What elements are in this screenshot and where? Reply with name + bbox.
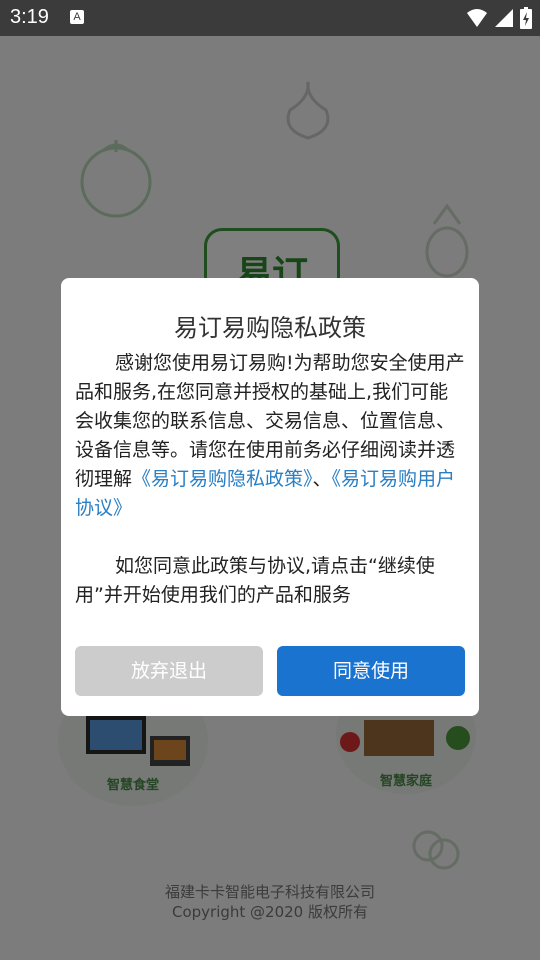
exit-button[interactable]: 放弃退出 bbox=[75, 646, 263, 696]
link-separator: 、 bbox=[312, 468, 332, 490]
dialog-title: 易订易购隐私政策 bbox=[174, 314, 366, 342]
notification-icon: A bbox=[70, 10, 84, 24]
signal-icon bbox=[495, 9, 513, 27]
privacy-paragraph: 感谢您使用易订易购!为帮助您安全使用产品和服务,在您同意并授权的基础上,我们可能… bbox=[75, 349, 465, 523]
dialog-body: 感谢您使用易订易购!为帮助您安全使用产品和服务,在您同意并授权的基础上,我们可能… bbox=[75, 349, 465, 610]
consent-paragraph: 如您同意此政策与协议,请点击“继续使用”并开始使用我们的产品和服务 bbox=[75, 555, 435, 606]
privacy-policy-link[interactable]: 《易订易购隐私政策》 bbox=[132, 468, 313, 490]
privacy-dialog: 易订易购隐私政策 感谢您使用易订易购!为帮助您安全使用产品和服务,在您同意并授权… bbox=[61, 278, 479, 716]
wifi-icon bbox=[467, 9, 487, 27]
status-time: 3:19 bbox=[10, 6, 49, 28]
agree-button[interactable]: 同意使用 bbox=[277, 646, 465, 696]
battery-icon bbox=[520, 7, 532, 29]
status-bar: 3:19 A bbox=[0, 0, 540, 36]
status-icons bbox=[466, 6, 532, 30]
